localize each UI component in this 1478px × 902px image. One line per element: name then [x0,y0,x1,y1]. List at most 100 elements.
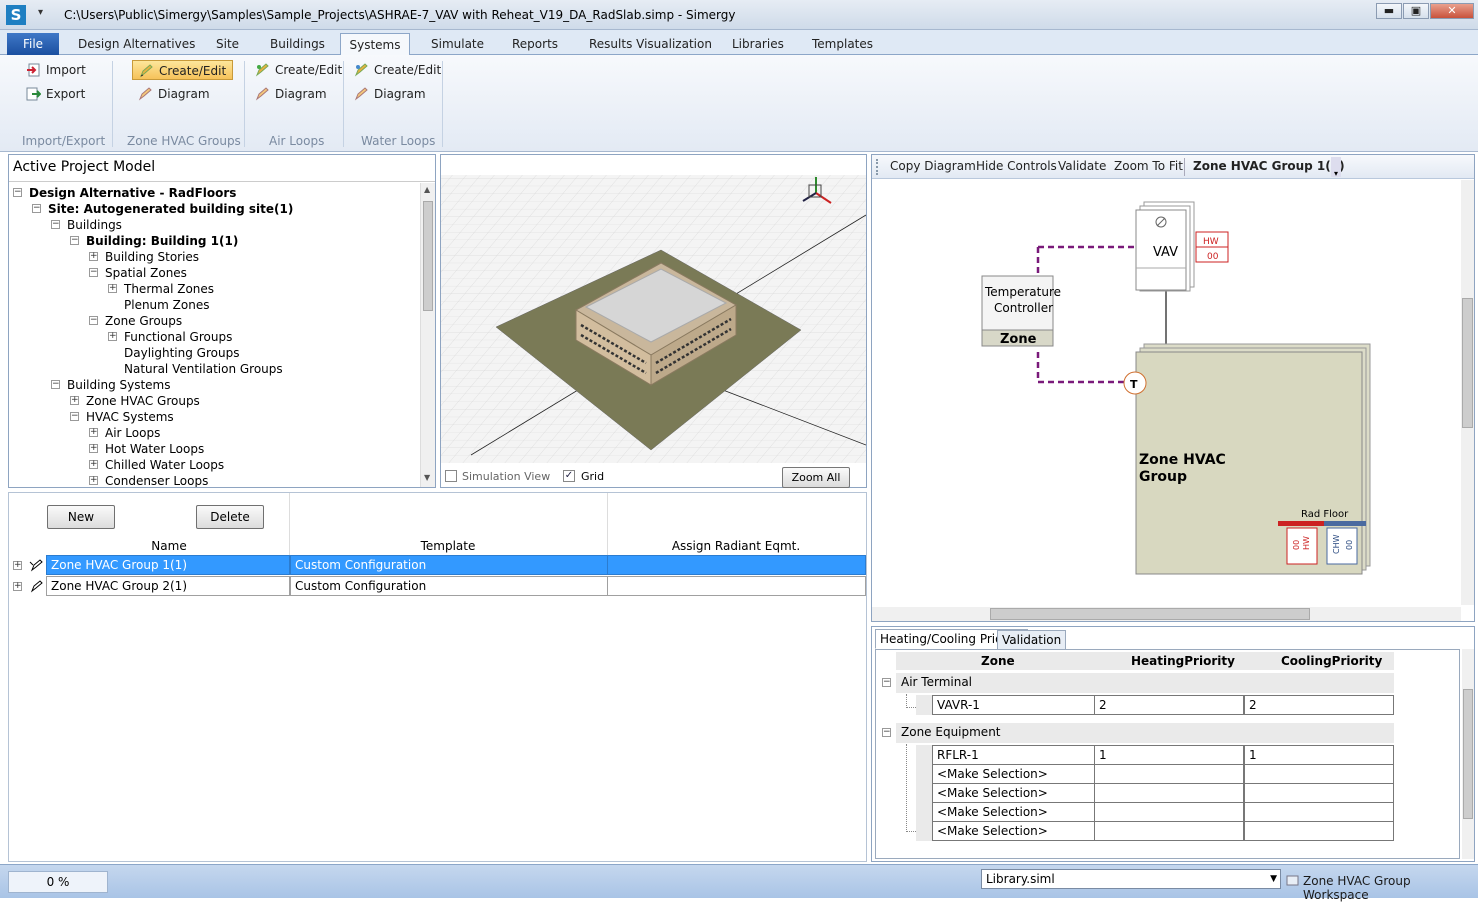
table-row[interactable]: + Zone HVAC Group 2(1) Custom Configurat… [9,576,868,597]
tree-expand-icon[interactable]: − [70,412,79,421]
tree-expand-icon[interactable]: + [89,428,98,437]
table-row[interactable]: + Zone HVAC Group 1(1) Custom Configurat… [9,555,868,576]
collapse-icon[interactable]: − [882,728,891,737]
diagram-vertical-scrollbar[interactable] [1461,180,1474,605]
cell-template[interactable]: Custom Configuration [290,555,608,575]
vav-box[interactable]: VAV HW 00 [1135,201,1229,292]
priority-cell-zone[interactable]: VAVR-1 [932,695,1095,715]
priority-cell-heat[interactable]: 1 [1094,745,1244,765]
tree-node[interactable]: Hot Water Loops [105,441,204,457]
validate-button[interactable]: Validate [1058,159,1106,173]
dropdown-arrow-icon[interactable]: ▼ [1270,870,1277,888]
simulation-view-checkbox[interactable] [445,470,457,482]
tree-expand-icon[interactable]: + [89,444,98,453]
priority-cell-cool[interactable] [1244,764,1394,784]
tab-results-visualization[interactable]: Results Visualization [579,33,722,55]
cell-name[interactable]: Zone HVAC Group 1(1) [46,555,290,575]
delete-button[interactable]: Delete [196,505,264,529]
tree-node[interactable]: Functional Groups [124,329,232,345]
priority-cell-heat[interactable] [1094,821,1244,841]
priority-cell-cool[interactable]: 2 [1244,695,1394,715]
tree-expand-icon[interactable]: + [108,332,117,341]
tree-expand-icon[interactable]: − [13,188,22,197]
toolbar-overflow-icon[interactable]: ▾ [1331,157,1341,178]
tree-node[interactable]: Buildings [67,217,122,233]
priority-cell-cool[interactable]: 1 [1244,745,1394,765]
column-header-cooling-priority[interactable]: CoolingPriority [1281,654,1382,668]
tree-node[interactable]: Spatial Zones [105,265,187,281]
zoom-to-fit-button[interactable]: Zoom To Fit [1114,159,1183,173]
priority-cell-heat[interactable] [1094,764,1244,784]
tree-node[interactable]: HVAC Systems [86,409,174,425]
close-button[interactable]: ✕ [1430,3,1474,19]
priority-cell-zone[interactable]: <Make Selection> [932,764,1095,784]
scroll-thumb[interactable] [990,608,1310,620]
tree-expand-icon[interactable]: + [70,396,79,405]
expand-icon[interactable]: + [13,582,22,591]
tree-expand-icon[interactable]: + [89,476,98,485]
export-button[interactable]: Export [20,84,91,104]
tree-node[interactable]: Chilled Water Loops [105,457,224,473]
scroll-thumb[interactable] [1463,689,1473,819]
tab-simulate[interactable]: Simulate [421,33,494,55]
tree-node[interactable]: Thermal Zones [124,281,214,297]
tree-expand-icon[interactable]: − [32,204,41,213]
tree-expand-icon[interactable]: − [89,316,98,325]
tab-file[interactable]: File [7,33,59,55]
priority-cell-zone[interactable]: <Make Selection> [932,783,1095,803]
tab-validation[interactable]: Validation [997,630,1067,650]
tab-reports[interactable]: Reports [502,33,568,55]
temperature-controller-box[interactable]: Temperature Controller Zone [981,275,1061,347]
app-logo-icon[interactable]: S [6,5,26,25]
air-loops-create-edit-button[interactable]: Create/Edit [249,60,348,80]
priority-cell-heat[interactable] [1094,802,1244,822]
zone-hvac-create-edit-button[interactable]: Create/Edit [132,60,234,80]
tab-buildings[interactable]: Buildings [260,33,335,55]
tab-systems[interactable]: Systems [340,33,410,55]
tree-node[interactable]: Building Systems [67,377,171,393]
tree-scrollbar[interactable]: ▲ ▼ [420,183,435,487]
priority-scrollbar[interactable] [1462,649,1474,859]
column-header-zone[interactable]: Zone [981,654,1015,668]
cell-name[interactable]: Zone HVAC Group 2(1) [46,576,290,596]
expand-icon[interactable]: + [13,561,22,570]
tree-expand-icon[interactable]: + [108,284,117,293]
priority-cell-heat[interactable]: 2 [1094,695,1244,715]
priority-cell-heat[interactable] [1094,783,1244,803]
building-3d-view[interactable] [441,155,866,463]
zone-hvac-group-box[interactable]: Zone HVAC Group T Rad Floor HW 00 CHW 00 [1123,343,1371,575]
tree-expand-icon[interactable]: − [51,380,60,389]
new-button[interactable]: New [47,505,115,529]
library-select[interactable]: Library.siml ▼ [981,869,1281,889]
column-header-name[interactable]: Name [49,539,289,553]
tab-templates[interactable]: Templates [802,33,883,55]
priority-cell-zone[interactable]: RFLR-1 [932,745,1095,765]
scroll-thumb[interactable] [1462,298,1473,428]
water-loops-create-edit-button[interactable]: Create/Edit [348,60,447,80]
column-header-assign-radiant[interactable]: Assign Radiant Eqmt. [607,539,865,553]
hide-controls-button[interactable]: Hide Controls [976,159,1057,173]
import-button[interactable]: Import [20,60,92,80]
tree-node[interactable]: Natural Ventilation Groups [124,361,283,377]
tree-node[interactable]: Plenum Zones [124,297,209,313]
tree-expand-icon[interactable]: + [89,460,98,469]
tree-node[interactable]: Building: Building 1(1) [86,233,238,249]
collapse-icon[interactable]: − [882,678,891,687]
copy-diagram-button[interactable]: Copy Diagram [890,159,976,173]
priority-cell-cool[interactable] [1244,783,1394,803]
tree-node[interactable]: Design Alternative - RadFloors [29,185,236,201]
priority-cell-zone[interactable]: <Make Selection> [932,802,1095,822]
tab-libraries[interactable]: Libraries [722,33,794,55]
scroll-thumb[interactable] [423,201,433,311]
cell-radiant[interactable] [607,576,866,596]
cell-radiant[interactable] [607,555,866,575]
water-loops-diagram-button[interactable]: Diagram [348,84,432,104]
tree-expand-icon[interactable]: − [51,220,60,229]
tree-node[interactable]: Condenser Loops [105,473,208,487]
tree-expand-icon[interactable]: + [89,252,98,261]
cell-template[interactable]: Custom Configuration [290,576,608,596]
tree-node[interactable]: Site: Autogenerated building site(1) [48,201,293,217]
tree-node[interactable]: Air Loops [105,425,160,441]
priority-cell-cool[interactable] [1244,802,1394,822]
diagram-horizontal-scrollbar[interactable] [872,607,1461,621]
